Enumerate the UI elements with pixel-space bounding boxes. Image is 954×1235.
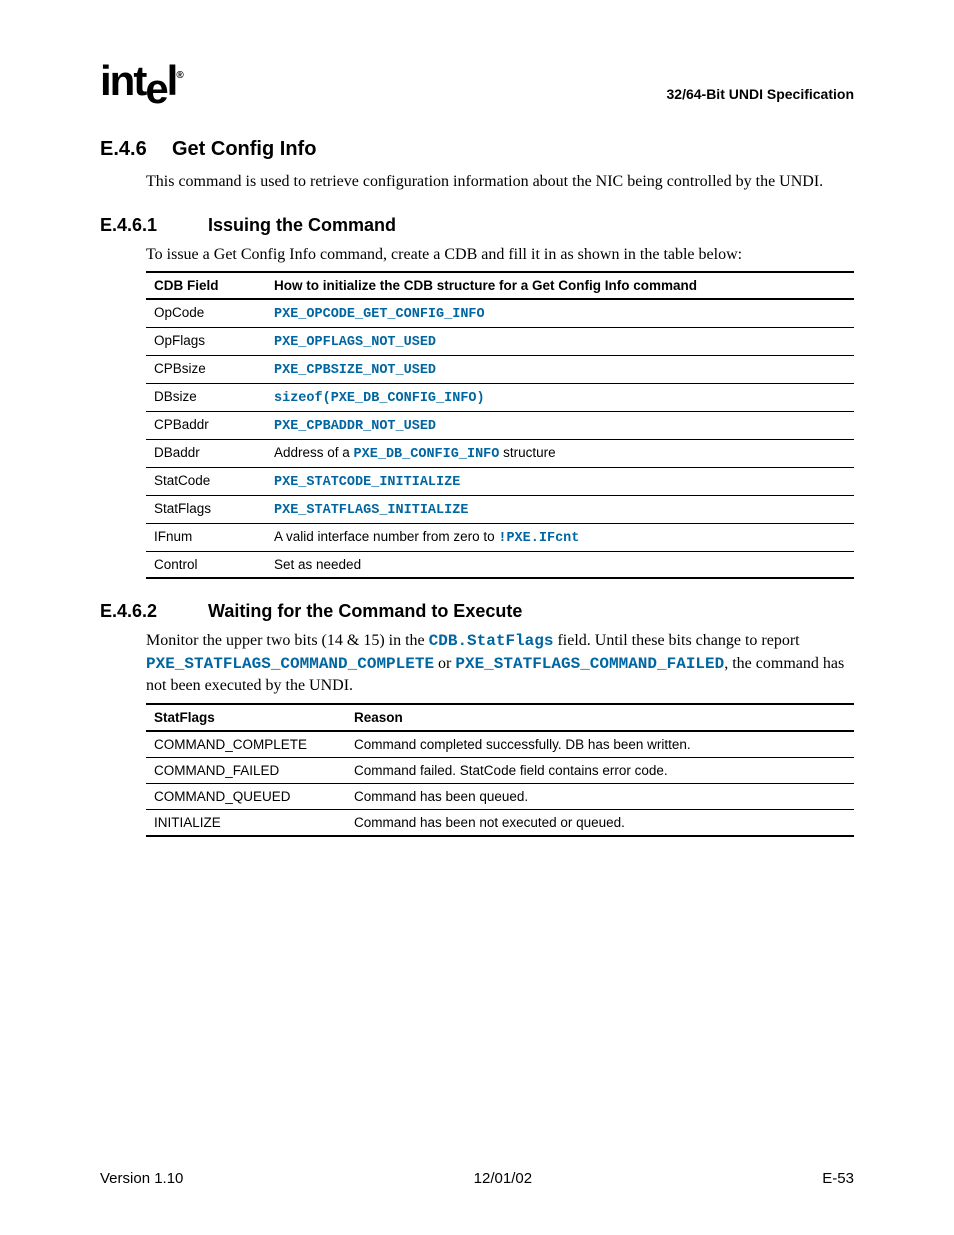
cell-field: OpCode bbox=[146, 299, 266, 328]
cell-value: Address of a PXE_DB_CONFIG_INFO structur… bbox=[266, 440, 854, 468]
page-footer: Version 1.10 12/01/02 E-53 bbox=[100, 1170, 854, 1187]
cell-field: IFnum bbox=[146, 524, 266, 552]
cell-reason: Command has been not executed or queued. bbox=[346, 809, 854, 836]
paragraph: Monitor the upper two bits (14 & 15) in … bbox=[146, 630, 854, 697]
cdb-table: CDB Field How to initialize the CDB stru… bbox=[146, 271, 854, 579]
cell-field: StatCode bbox=[146, 468, 266, 496]
cell-value: PXE_STATCODE_INITIALIZE bbox=[266, 468, 854, 496]
footer-page: E-53 bbox=[822, 1170, 854, 1187]
heading-num: E.4.6.2 bbox=[100, 601, 208, 622]
cell-field: Control bbox=[146, 552, 266, 579]
table-row: StatFlagsPXE_STATFLAGS_INITIALIZE bbox=[146, 496, 854, 524]
heading-text: Issuing the Command bbox=[208, 215, 396, 235]
th-reason: Reason bbox=[346, 704, 854, 731]
heading-e46: E.4.6Get Config Info bbox=[100, 138, 854, 161]
cell-reason: Command completed successfully. DB has b… bbox=[346, 731, 854, 758]
table-header-row: CDB Field How to initialize the CDB stru… bbox=[146, 272, 854, 299]
cell-flag: COMMAND_FAILED bbox=[146, 757, 346, 783]
cell-field: CPBaddr bbox=[146, 412, 266, 440]
heading-num: E.4.6.1 bbox=[100, 215, 208, 236]
heading-text: Get Config Info bbox=[172, 138, 316, 160]
table-row: OpFlagsPXE_OPFLAGS_NOT_USED bbox=[146, 328, 854, 356]
cell-field: StatFlags bbox=[146, 496, 266, 524]
cell-field: CPBsize bbox=[146, 356, 266, 384]
cell-value: PXE_CPBADDR_NOT_USED bbox=[266, 412, 854, 440]
cell-value: PXE_OPFLAGS_NOT_USED bbox=[266, 328, 854, 356]
cell-reason: Command has been queued. bbox=[346, 783, 854, 809]
cell-value: PXE_CPBSIZE_NOT_USED bbox=[266, 356, 854, 384]
table-row: DBsizesizeof(PXE_DB_CONFIG_INFO) bbox=[146, 384, 854, 412]
footer-version: Version 1.10 bbox=[100, 1170, 183, 1187]
paragraph: To issue a Get Config Info command, crea… bbox=[146, 244, 854, 266]
paragraph: This command is used to retrieve configu… bbox=[146, 171, 854, 193]
table-row: ControlSet as needed bbox=[146, 552, 854, 579]
table-row: COMMAND_FAILEDCommand failed. StatCode f… bbox=[146, 757, 854, 783]
table-row: CPBaddrPXE_CPBADDR_NOT_USED bbox=[146, 412, 854, 440]
cell-field: DBaddr bbox=[146, 440, 266, 468]
table-row: IFnumA valid interface number from zero … bbox=[146, 524, 854, 552]
statflags-table: StatFlags Reason COMMAND_COMPLETECommand… bbox=[146, 703, 854, 837]
table-row: OpCodePXE_OPCODE_GET_CONFIG_INFO bbox=[146, 299, 854, 328]
th-howto: How to initialize the CDB structure for … bbox=[266, 272, 854, 299]
page-header: intel® 32/64-Bit UNDI Specification bbox=[100, 60, 854, 102]
table-row: CPBsizePXE_CPBSIZE_NOT_USED bbox=[146, 356, 854, 384]
spec-title: 32/64-Bit UNDI Specification bbox=[667, 86, 855, 102]
table-row: DBaddrAddress of a PXE_DB_CONFIG_INFO st… bbox=[146, 440, 854, 468]
th-statflags: StatFlags bbox=[146, 704, 346, 731]
table-row: StatCodePXE_STATCODE_INITIALIZE bbox=[146, 468, 854, 496]
table-row: COMMAND_QUEUEDCommand has been queued. bbox=[146, 783, 854, 809]
heading-e461: E.4.6.1Issuing the Command bbox=[100, 215, 854, 236]
cell-flag: COMMAND_QUEUED bbox=[146, 783, 346, 809]
cell-value: A valid interface number from zero to !P… bbox=[266, 524, 854, 552]
heading-e462: E.4.6.2Waiting for the Command to Execut… bbox=[100, 601, 854, 622]
cell-reason: Command failed. StatCode field contains … bbox=[346, 757, 854, 783]
table-row: INITIALIZECommand has been not executed … bbox=[146, 809, 854, 836]
intel-logo: intel® bbox=[100, 60, 182, 102]
footer-date: 12/01/02 bbox=[474, 1170, 532, 1187]
table-header-row: StatFlags Reason bbox=[146, 704, 854, 731]
heading-num: E.4.6 bbox=[100, 138, 172, 161]
th-cdb-field: CDB Field bbox=[146, 272, 266, 299]
cell-flag: COMMAND_COMPLETE bbox=[146, 731, 346, 758]
cell-field: DBsize bbox=[146, 384, 266, 412]
cell-flag: INITIALIZE bbox=[146, 809, 346, 836]
cell-value: sizeof(PXE_DB_CONFIG_INFO) bbox=[266, 384, 854, 412]
table-row: COMMAND_COMPLETECommand completed succes… bbox=[146, 731, 854, 758]
heading-text: Waiting for the Command to Execute bbox=[208, 601, 522, 621]
cell-value: PXE_OPCODE_GET_CONFIG_INFO bbox=[266, 299, 854, 328]
cell-value: Set as needed bbox=[266, 552, 854, 579]
cell-value: PXE_STATFLAGS_INITIALIZE bbox=[266, 496, 854, 524]
cell-field: OpFlags bbox=[146, 328, 266, 356]
